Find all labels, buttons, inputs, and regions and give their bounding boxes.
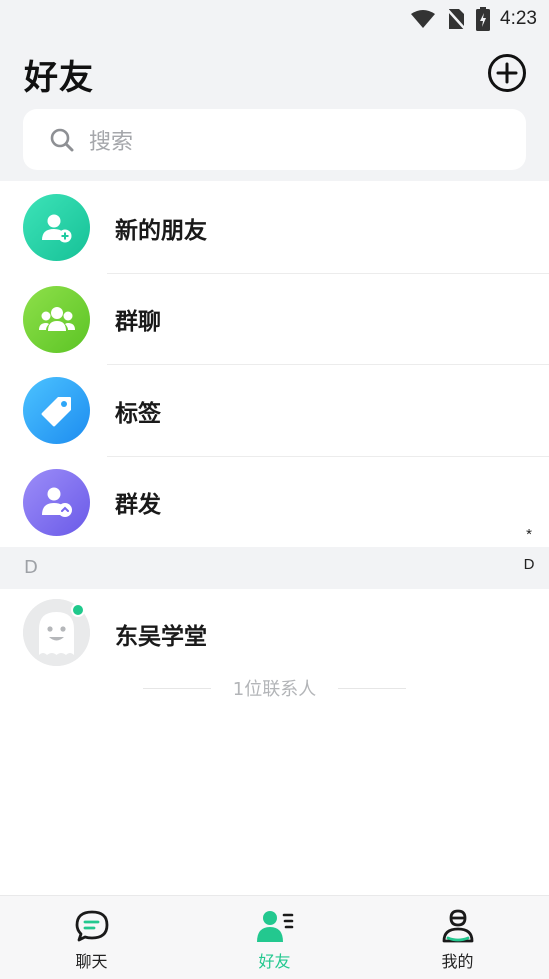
page-title: 好友 [24, 58, 94, 98]
search-input[interactable]: 搜索 [23, 109, 526, 170]
tab-label: 我的 [441, 952, 474, 971]
profile-icon [442, 909, 473, 943]
tab-icon-wrap [439, 908, 477, 944]
alphabet-index-bar[interactable]: * D [521, 520, 537, 580]
contact-name: 东吴学堂 [115, 624, 207, 650]
menu-label: 群聊 [115, 309, 161, 336]
menu-item-group-chat[interactable]: 群聊 [0, 274, 549, 365]
no-sim-icon [446, 8, 466, 30]
menu-list: 新的朋友 群聊 标签 群发 [0, 182, 549, 548]
menu-avatar-group-chat [23, 285, 90, 353]
contact-count: 1位联系人 [0, 676, 549, 700]
search-placeholder: 搜索 [89, 129, 134, 155]
contact-count-text: 1位联系人 [232, 679, 317, 700]
section-header-d: D [0, 547, 549, 589]
add-friend-button[interactable] [487, 53, 527, 93]
bottom-tab-bar: 聊天 好友 我的 [0, 895, 549, 979]
menu-label: 新的朋友 [115, 217, 207, 244]
menu-item-new-friends[interactable]: 新的朋友 [0, 182, 549, 274]
menu-label: 标签 [115, 400, 161, 427]
menu-item-tags[interactable]: 标签 [0, 365, 549, 457]
battery-charging-icon [476, 7, 491, 31]
search-icon [50, 128, 74, 151]
menu-item-broadcast[interactable]: 群发 [0, 457, 549, 549]
menu-avatar-new-friends [23, 194, 90, 261]
tab-chat[interactable]: 聊天 [0, 896, 183, 979]
contact-row[interactable]: 东吴学堂 [0, 589, 549, 675]
tab-icon-wrap [73, 908, 111, 944]
count-divider-right [338, 687, 407, 689]
index-item-star[interactable]: * [521, 520, 537, 550]
menu-avatar-tags [23, 377, 90, 444]
wifi-icon [411, 10, 436, 28]
status-bar: 4:23 [0, 0, 549, 38]
status-icons: 4:23 [410, 6, 537, 32]
tag-icon [41, 396, 71, 426]
tab-friends[interactable]: 好友 [183, 896, 366, 979]
status-time: 4:23 [500, 8, 537, 29]
tab-profile[interactable]: 我的 [366, 896, 549, 979]
online-status-dot [71, 603, 85, 617]
tab-icon-wrap [256, 908, 294, 944]
index-item-d[interactable]: D [521, 550, 537, 580]
section-letter: D [24, 557, 38, 578]
friends-icon [256, 911, 293, 942]
broadcast-icon [41, 487, 72, 517]
count-divider-left [142, 687, 211, 689]
tab-label: 聊天 [75, 952, 108, 971]
menu-avatar-broadcast [23, 468, 90, 536]
group-icon [38, 307, 75, 331]
menu-label: 群发 [115, 492, 161, 519]
plus-circle-icon [488, 54, 526, 92]
add-user-icon [41, 214, 71, 242]
tab-label: 好友 [258, 952, 291, 971]
chat-icon [75, 910, 108, 942]
